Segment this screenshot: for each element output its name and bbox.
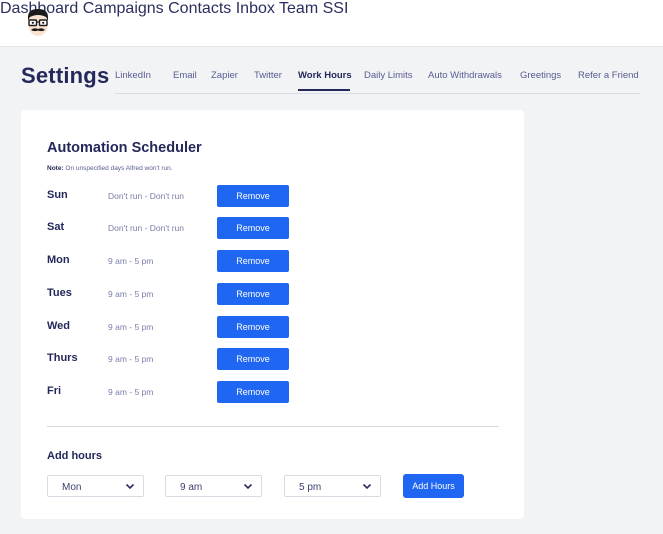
day-label: Sun xyxy=(47,189,68,201)
schedule-row-tues: Tues 9 am - 5 pm Remove xyxy=(47,283,297,305)
mustache-glasses-face-icon[interactable] xyxy=(22,7,54,39)
start-time-select[interactable]: 9 am xyxy=(165,475,262,497)
note-label: Note: xyxy=(47,165,64,172)
remove-button-sun[interactable]: Remove xyxy=(217,185,289,207)
hours-range: 9 am - 5 pm xyxy=(108,289,154,299)
remove-button-fri[interactable]: Remove xyxy=(217,381,289,403)
nav-team[interactable]: Team xyxy=(279,0,318,17)
schedule-row-fri: Fri 9 am - 5 pm Remove xyxy=(47,381,297,403)
day-label: Fri xyxy=(47,385,62,397)
day-label: Sat xyxy=(47,221,65,233)
chevron-down-icon xyxy=(243,483,253,490)
scheduler-note: Note: On unspecified days Alfred won't r… xyxy=(47,165,173,172)
remove-button-mon[interactable]: Remove xyxy=(217,250,289,272)
schedule-row-sat: Sat Don't run - Don't run Remove xyxy=(47,217,297,239)
section-divider xyxy=(47,426,499,427)
tab-zapier[interactable]: Zapier xyxy=(211,70,238,81)
hours-range: 9 am - 5 pm xyxy=(108,387,154,397)
hours-range: Don't run - Don't run xyxy=(108,223,185,233)
day-label: Wed xyxy=(47,320,71,332)
remove-button-wed[interactable]: Remove xyxy=(217,316,289,338)
day-label: Tues xyxy=(47,287,72,299)
hours-range: Don't run - Don't run xyxy=(108,191,185,201)
chevron-down-icon xyxy=(125,483,135,490)
nav-inbox[interactable]: Inbox xyxy=(236,0,275,17)
scheduler-title: Automation Scheduler xyxy=(47,140,202,156)
work-hours-card: Automation Scheduler Note: On unspecifie… xyxy=(21,110,524,519)
nav-campaigns[interactable]: Campaigns xyxy=(83,0,164,17)
hours-range: 9 am - 5 pm xyxy=(108,322,154,332)
schedule-row-mon: Mon 9 am - 5 pm Remove xyxy=(47,250,297,272)
start-time-select-value: 9 am xyxy=(180,482,203,493)
note-text: On unspecified days Alfred won't run. xyxy=(63,165,173,172)
remove-button-tues[interactable]: Remove xyxy=(217,283,289,305)
settings-tabs: LinkedIn Email Zapier Twitter Work Hours… xyxy=(115,70,640,94)
tab-work-hours[interactable]: Work Hours xyxy=(298,70,352,81)
nav-contacts[interactable]: Contacts xyxy=(168,0,231,17)
remove-button-thurs[interactable]: Remove xyxy=(217,348,289,370)
active-tab-underline xyxy=(298,89,350,91)
tab-linkedin[interactable]: LinkedIn xyxy=(115,70,151,81)
day-select-value: Mon xyxy=(62,482,82,493)
tab-daily-limits[interactable]: Daily Limits xyxy=(364,70,413,81)
day-select[interactable]: Mon xyxy=(47,475,144,497)
tab-greetings[interactable]: Greetings xyxy=(520,70,561,81)
top-nav-bar: Dashboard Campaigns Contacts Inbox Team … xyxy=(0,0,663,47)
page-title: Settings xyxy=(21,63,110,88)
hours-range: 9 am - 5 pm xyxy=(108,256,154,266)
tab-email[interactable]: Email xyxy=(173,70,197,81)
hours-range: 9 am - 5 pm xyxy=(108,354,154,364)
tab-refer-a-friend[interactable]: Refer a Friend xyxy=(578,70,639,81)
end-time-select[interactable]: 5 pm xyxy=(284,475,381,497)
day-label: Mon xyxy=(47,254,70,266)
chevron-down-icon xyxy=(362,483,372,490)
schedule-row-sun: Sun Don't run - Don't run Remove xyxy=(47,185,297,207)
end-time-select-value: 5 pm xyxy=(299,482,322,493)
add-hours-button[interactable]: Add Hours xyxy=(403,474,464,498)
tab-twitter[interactable]: Twitter xyxy=(254,70,282,81)
remove-button-sat[interactable]: Remove xyxy=(217,217,289,239)
add-hours-title: Add hours xyxy=(47,450,102,462)
day-label: Thurs xyxy=(47,352,78,364)
tab-auto-withdrawals[interactable]: Auto Withdrawals xyxy=(428,70,502,81)
nav-ssi[interactable]: SSI xyxy=(323,0,349,17)
schedule-row-thurs: Thurs 9 am - 5 pm Remove xyxy=(47,348,297,370)
schedule-row-wed: Wed 9 am - 5 pm Remove xyxy=(47,316,297,338)
